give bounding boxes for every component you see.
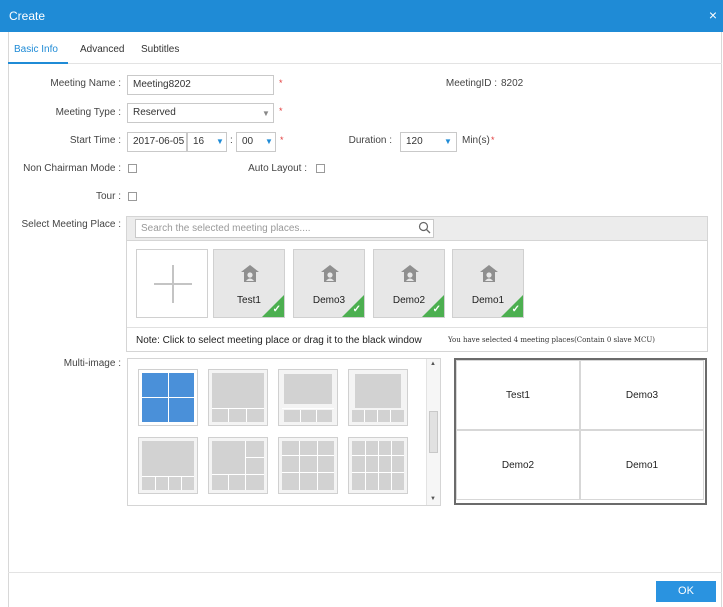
tour-label: Tour :	[95, 191, 121, 202]
tour-checkbox[interactable]	[128, 192, 137, 201]
search-icon[interactable]	[418, 221, 431, 234]
active-tab-indicator	[8, 62, 68, 64]
auto-layout-label: Auto Layout :	[248, 163, 307, 174]
close-icon[interactable]: ×	[709, 7, 717, 23]
chevron-down-icon[interactable]: ▼	[216, 137, 224, 146]
required-mark: *	[280, 135, 284, 145]
meeting-type-label: Meeting Type :	[55, 107, 121, 118]
check-icon: ✓	[511, 304, 520, 315]
layout-options-panel	[127, 358, 441, 506]
scrollbar-thumb[interactable]	[429, 411, 438, 453]
duration-label: Duration :	[348, 135, 392, 146]
search-input[interactable]: Search the selected meeting places....	[135, 219, 434, 238]
meeting-type-select[interactable]: Reserved	[127, 103, 274, 123]
meeting-name-input[interactable]: Meeting8202	[127, 75, 274, 95]
add-meeting-place-button[interactable]	[136, 249, 208, 318]
preview-cell[interactable]: Demo2	[456, 430, 580, 500]
select-meeting-place-label: Select Meeting Place :	[21, 219, 122, 230]
required-mark: *	[279, 78, 283, 88]
meeting-room-icon	[321, 265, 339, 282]
auto-layout-checkbox[interactable]	[316, 164, 325, 173]
layout-scrollbar[interactable]: ▲ ▼	[426, 359, 440, 505]
meeting-place-tile[interactable]: Demo2 ✓	[373, 249, 445, 318]
meeting-id-value: 8202	[501, 78, 524, 89]
non-chairman-mode-checkbox[interactable]	[128, 164, 137, 173]
required-mark: *	[491, 135, 495, 145]
meeting-room-icon	[241, 265, 259, 282]
start-date-input[interactable]: 2017-06-05	[127, 132, 187, 152]
check-icon: ✓	[352, 304, 361, 315]
tab-advanced[interactable]: Advanced	[80, 44, 124, 55]
meeting-name-label: Meeting Name :	[50, 78, 121, 89]
tab-divider	[8, 63, 722, 64]
meeting-place-tile[interactable]: Demo1 ✓	[452, 249, 524, 318]
required-mark: *	[279, 106, 283, 116]
preview-cell[interactable]: Demo3	[580, 360, 704, 430]
chevron-down-icon[interactable]: ▼	[262, 109, 270, 118]
time-separator: :	[230, 135, 233, 146]
selected-count-text: You have selected 4 meeting places(Conta…	[448, 336, 656, 344]
tab-basic-info[interactable]: Basic Info	[14, 44, 58, 55]
layout-option-4-split-selected[interactable]	[138, 369, 198, 426]
start-time-label: Start Time :	[69, 135, 121, 146]
layout-option[interactable]	[348, 369, 408, 426]
layout-option[interactable]	[348, 437, 408, 494]
multi-image-preview[interactable]: Test1 Demo3 Demo2 Demo1	[454, 358, 707, 505]
tab-subtitles[interactable]: Subtitles	[141, 44, 179, 55]
footer-divider	[8, 572, 722, 573]
non-chairman-mode-label: Non Chairman Mode :	[23, 163, 121, 174]
dialog-title: Create	[9, 9, 46, 23]
meeting-place-tile[interactable]: Test1 ✓	[213, 249, 285, 318]
dialog-titlebar: Create ×	[0, 0, 723, 32]
layout-option[interactable]	[278, 437, 338, 494]
meeting-place-note: Note: Click to select meeting place or d…	[136, 335, 422, 346]
layout-option[interactable]	[208, 437, 268, 494]
preview-cell[interactable]: Demo1	[580, 430, 704, 500]
meeting-room-icon	[480, 265, 498, 282]
preview-cell[interactable]: Test1	[456, 360, 580, 430]
duration-unit: Min(s)	[462, 135, 490, 146]
divider	[127, 327, 707, 328]
plus-icon	[154, 265, 192, 303]
chevron-down-icon[interactable]: ▼	[265, 137, 273, 146]
meeting-place-tile[interactable]: Demo3 ✓	[293, 249, 365, 318]
ok-button[interactable]: OK	[656, 581, 716, 602]
multi-image-label: Multi-image :	[63, 358, 121, 369]
meeting-id-label: MeetingID :	[445, 78, 497, 89]
scroll-up-icon[interactable]: ▲	[430, 361, 436, 367]
layout-option[interactable]	[278, 369, 338, 426]
scroll-down-icon[interactable]: ▼	[430, 496, 436, 502]
meeting-room-icon	[401, 265, 419, 282]
layout-option[interactable]	[208, 369, 268, 426]
check-icon: ✓	[432, 304, 441, 315]
layout-option[interactable]	[138, 437, 198, 494]
chevron-down-icon[interactable]: ▼	[444, 137, 452, 146]
check-icon: ✓	[272, 304, 281, 315]
